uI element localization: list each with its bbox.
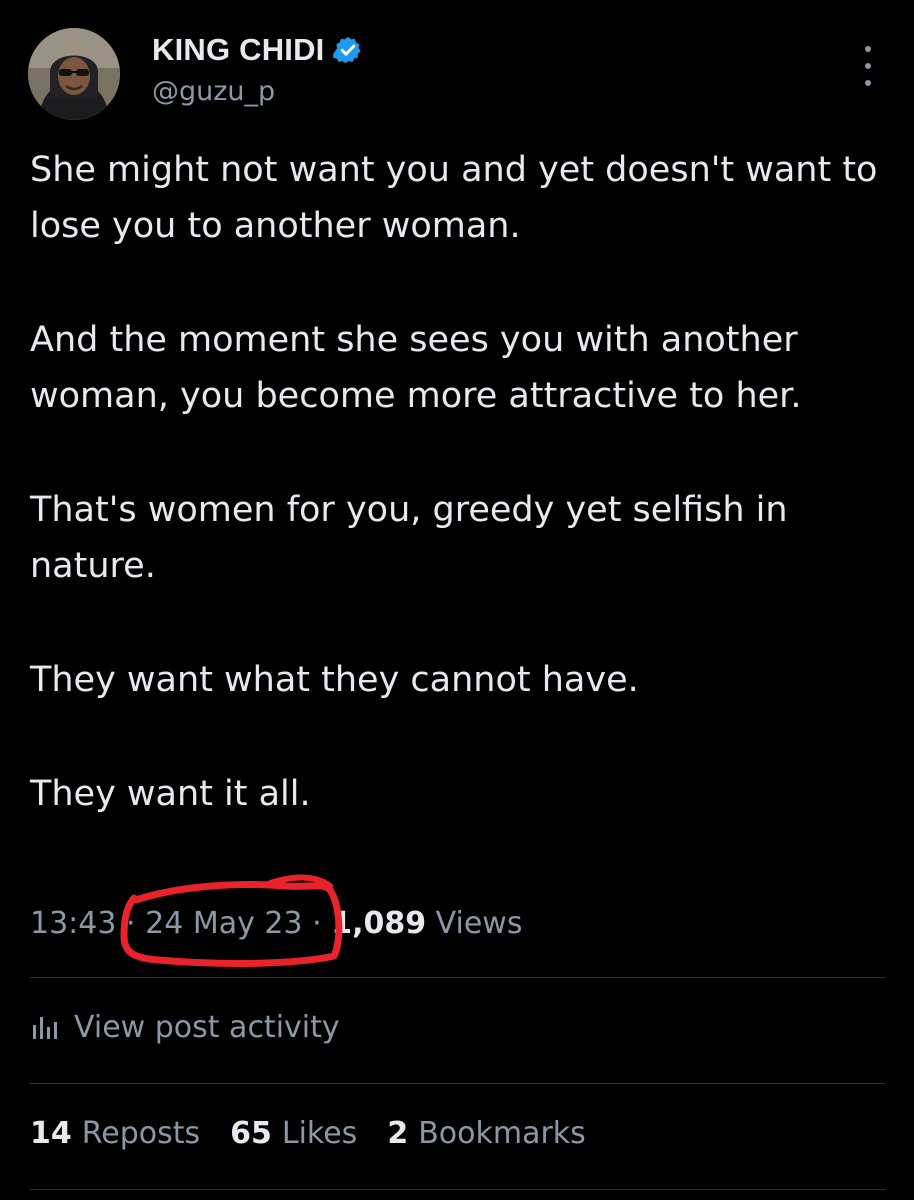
avatar[interactable] xyxy=(28,28,120,120)
views-count: 1,089 xyxy=(331,906,427,941)
tweet-meta: 13:43 · 24 May 23 · 1,089 Views xyxy=(30,906,522,941)
bookmarks-count: 2 xyxy=(387,1116,409,1151)
more-dot xyxy=(865,63,871,69)
likes-label: Likes xyxy=(281,1116,358,1151)
divider xyxy=(30,1083,885,1084)
likes-count: 65 xyxy=(230,1116,272,1151)
more-dot xyxy=(865,80,871,86)
divider xyxy=(30,1189,885,1190)
meta-separator: · xyxy=(312,906,322,941)
tweet-paragraph: They want what they cannot have. xyxy=(30,660,639,700)
reposts-count: 14 xyxy=(30,1116,72,1151)
divider xyxy=(30,977,885,978)
view-post-activity-label[interactable]: View post activity xyxy=(74,1010,340,1045)
bookmarks-label: Bookmarks xyxy=(418,1116,586,1151)
author-display-name[interactable]: KING CHIDI xyxy=(152,32,325,68)
tweet-text: She might not want you and yet doesn't w… xyxy=(30,142,885,822)
meta-separator: · xyxy=(126,906,136,941)
author-name-row[interactable]: KING CHIDI xyxy=(152,32,363,68)
tweet-time[interactable]: 13:43 xyxy=(30,906,116,941)
author-handle[interactable]: @guzu_p xyxy=(152,76,275,107)
more-options-button[interactable] xyxy=(856,46,880,86)
reposts-label: Reposts xyxy=(81,1116,201,1151)
likes-stat[interactable]: 65 Likes xyxy=(230,1116,357,1151)
view-post-activity-button[interactable]: View post activity xyxy=(30,1010,340,1045)
tweet-date[interactable]: 24 May 23 xyxy=(145,906,302,941)
tweet-paragraph: She might not want you and yet doesn't w… xyxy=(30,150,878,246)
reposts-stat[interactable]: 14 Reposts xyxy=(30,1116,200,1151)
analytics-bars-icon xyxy=(33,1016,57,1039)
avatar-photo-icon xyxy=(28,28,120,120)
tweet-header: KING CHIDI @guzu_p xyxy=(28,28,888,120)
more-vertical-icon xyxy=(865,46,871,52)
engagement-stats: 14 Reposts 65 Likes 2 Bookmarks xyxy=(30,1116,586,1151)
views-label: Views xyxy=(435,906,523,941)
verified-badge-icon xyxy=(332,36,361,64)
bookmarks-stat[interactable]: 2 Bookmarks xyxy=(387,1116,585,1151)
tweet-paragraph: That's women for you, greedy yet selfish… xyxy=(30,490,788,586)
tweet-paragraph: And the moment she sees you with another… xyxy=(30,320,802,416)
tweet-paragraph: They want it all. xyxy=(30,774,311,814)
